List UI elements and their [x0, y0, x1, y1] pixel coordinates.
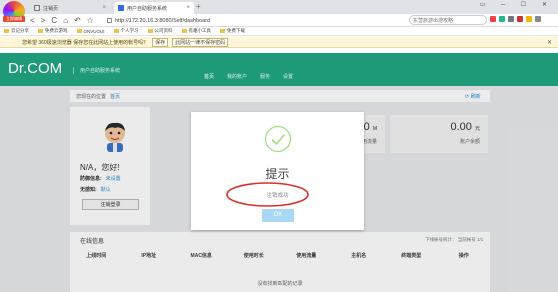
bookmark-item[interactable]: ONVUOUI [76, 29, 105, 34]
home-icon[interactable]: ⌂ [63, 16, 68, 25]
app-subtitle: 用户自助服务系统 [73, 67, 120, 74]
close-icon[interactable]: ✕ [547, 39, 552, 46]
nav-service[interactable]: 服务 [260, 73, 270, 80]
modal-title: 提示 [265, 167, 290, 181]
folder-icon [220, 29, 226, 33]
bookmark-item[interactable]: 云记分享 [4, 28, 29, 34]
nav-account[interactable]: 我的账户 [227, 73, 247, 80]
folder-icon [76, 29, 82, 33]
extension-icon[interactable] [490, 16, 496, 22]
bookmark-item[interactable]: 有趣小工具 [181, 28, 211, 34]
reload-icon[interactable]: C [51, 16, 57, 25]
address-bar[interactable]: http://172.20.16.3:8080/Self/dashboard [107, 15, 343, 26]
extension-icon[interactable] [526, 16, 532, 22]
app-brand: Dr.COM [8, 60, 63, 77]
search-placeholder: 东营旅游出游攻略 [413, 17, 454, 24]
annotation-ring [226, 182, 309, 207]
url-text: http://172.20.16.3:8080/Self/dashboard [115, 17, 211, 24]
app-nav: 首页 我的账户 服务 设置 [204, 73, 293, 80]
extension-icon[interactable] [517, 16, 523, 22]
save-password-button[interactable]: 保存 [152, 37, 169, 47]
undo-icon[interactable]: ↶ [74, 16, 81, 25]
folder-icon [147, 29, 153, 33]
nav-home[interactable]: 首页 [204, 73, 214, 80]
close-icon[interactable]: × [186, 5, 190, 11]
extension-icons [490, 16, 541, 22]
page-icon [34, 5, 40, 11]
extension-icon[interactable] [499, 16, 505, 22]
window-controls[interactable]: ▭ ─ ☐ ✕ [480, 1, 554, 8]
ok-button[interactable]: OK [262, 209, 294, 222]
tab-dashboard[interactable]: 用户自助服务系统 × [114, 2, 194, 14]
cut-icon[interactable] [508, 16, 514, 22]
password-bar-message: 您希望 360极速浏览器 保存您在此网站上使用的帐号吗？ [22, 39, 149, 46]
tab-title: 注销页 [43, 5, 59, 12]
star-icon[interactable]: ☆ [87, 16, 94, 25]
back-icon[interactable]: < [30, 16, 35, 25]
bookmark-item[interactable]: 免费云游戏 [38, 28, 68, 34]
page-info-icon[interactable] [107, 18, 112, 23]
forward-icon[interactable]: > [41, 16, 46, 25]
never-save-button[interactable]: 此网站一律不保存密码 [172, 37, 229, 47]
close-icon[interactable]: × [102, 5, 106, 11]
bookmark-item[interactable]: 免费下载 [220, 28, 245, 34]
bookmarks-bar: 云记分享 免费云游戏 ONVUOUI 个人学习 公司资料 有趣小工具 免费下载 [0, 27, 558, 36]
menu-icon[interactable] [535, 16, 541, 22]
bookmark-item[interactable]: 个人学习 [113, 28, 139, 34]
page-icon [118, 5, 124, 11]
folder-icon [4, 29, 9, 33]
check-circle-icon [264, 125, 292, 153]
browser-logo-label: 立即编辑 [3, 16, 25, 22]
nav-buttons: < > C ⌂ ↶ ☆ [30, 14, 94, 27]
folder-icon [181, 29, 187, 33]
search-input[interactable]: 东营旅游出游攻略 [409, 15, 487, 25]
folder-icon [113, 29, 119, 33]
bookmark-item[interactable]: 公司资料 [147, 28, 173, 34]
tab-logout[interactable]: 注销页 × [30, 2, 110, 14]
password-save-bar: 您希望 360极速浏览器 保存您在此网站上使用的帐号吗？ 保存 此网站一律不保存… [0, 37, 558, 48]
tab-title: 用户自助服务系统 [127, 5, 168, 12]
folder-icon [38, 29, 43, 33]
new-tab-button[interactable]: + [196, 2, 201, 11]
browser-nav-bar: < > C ⌂ ↶ ☆ http://172.20.16.3:8080/Self… [0, 14, 558, 27]
nav-settings[interactable]: 设置 [283, 73, 293, 80]
